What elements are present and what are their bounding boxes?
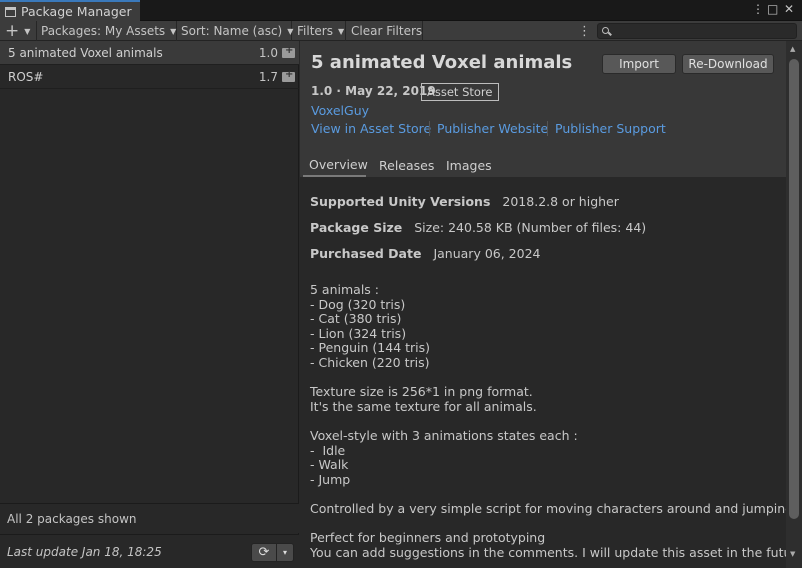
divider [429,121,430,136]
last-update-text: Last update Jan 18, 18:25 [7,544,162,559]
filters-dropdown[interactable]: Filters ▼ [292,21,346,41]
view-in-asset-store-link[interactable]: View in Asset Store [311,121,431,136]
package-name: ROS# [8,69,44,84]
unity-versions-value: 2018.2.8 or higher [502,194,619,209]
package-manager-icon [5,6,16,17]
version-date: 1.0 · May 22, 2019 [311,84,436,98]
status-bar: Last update Jan 18, 18:25 ⟳ ▾ [0,534,299,568]
purchased-date-value: January 06, 2024 [433,246,541,261]
purchased-date-row: Purchased Date January 06, 2024 [310,246,540,261]
search-icon [602,27,609,34]
package-description: 5 animals : - Dog (320 tris) - Cat (380 … [310,282,802,560]
sort-dropdown[interactable]: Sort: Name (asc) ▼ [177,21,293,41]
details-scrollbar[interactable]: ▲ ▼ [786,41,802,568]
package-count-bar: All 2 packages shown [0,503,299,533]
chevron-down-icon: ▼ [337,26,345,36]
package-name: 5 animated Voxel animals [8,45,163,60]
window-title: Package Manager [21,4,132,19]
package-version: 1.0 [258,45,278,60]
plus-icon: + [5,21,20,41]
import-icon [282,69,295,82]
chevron-down-icon: ▼ [24,26,31,36]
window-titlebar: Package Manager ⋮ □ ✕ [0,0,802,21]
package-title: 5 animated Voxel animals [311,52,573,73]
list-item[interactable]: ROS# 1.7 [0,65,299,89]
scroll-down-icon[interactable]: ▼ [790,550,795,558]
add-package-button[interactable]: + ▼ [0,21,37,41]
redownload-button[interactable]: Re-Download [682,54,774,74]
list-item[interactable]: 5 animated Voxel animals 1.0 [0,41,299,65]
window-menu-icon[interactable]: ⋮ [752,2,764,16]
package-size-row: Package Size Size: 240.58 KB (Number of f… [310,220,646,235]
close-icon[interactable]: ✕ [784,2,794,16]
chevron-down-icon: ▼ [170,26,177,36]
import-button[interactable]: Import [602,54,676,74]
tab-images[interactable]: Images [446,153,492,177]
package-version: 1.7 [258,69,278,84]
divider [547,121,548,136]
toolbar: + ▼ Packages: My Assets ▼ Sort: Name (as… [0,21,802,41]
asset-store-badge: Asset Store [421,83,499,101]
unity-versions-row: Supported Unity Versions 2018.2.8 or high… [310,194,619,209]
tab-overview[interactable]: Overview [303,153,368,177]
package-size-label: Package Size [310,220,403,235]
maximize-icon[interactable]: □ [767,2,778,16]
purchased-date-label: Purchased Date [310,246,422,261]
scrollbar-thumb[interactable] [789,59,799,519]
window-tab[interactable]: Package Manager [0,0,140,21]
packages-dropdown-label: Packages: My Assets [41,24,166,38]
clear-filters-button[interactable]: Clear Filters [346,21,423,41]
package-list: 5 animated Voxel animals 1.0 ROS# 1.7 Al… [0,41,299,568]
details-header: 5 animated Voxel animals Import Re-Downl… [300,41,786,177]
more-options-icon[interactable]: ⋮ [578,21,591,41]
package-details: 5 animated Voxel animals Import Re-Downl… [300,41,802,568]
scroll-up-icon[interactable]: ▲ [790,45,795,53]
sort-dropdown-label: Sort: Name (asc) [181,24,283,38]
packages-dropdown[interactable]: Packages: My Assets ▼ [37,21,177,41]
refresh-icon: ⟳ [258,545,270,560]
clear-filters-label: Clear Filters [351,24,423,38]
refresh-button[interactable]: ⟳ [251,543,277,562]
package-count: All 2 packages shown [7,511,137,526]
unity-versions-label: Supported Unity Versions [310,194,491,209]
tab-releases[interactable]: Releases [379,153,434,177]
filters-dropdown-label: Filters [297,24,333,38]
chevron-down-icon: ▾ [282,548,287,557]
author-link[interactable]: VoxelGuy [311,103,369,118]
publisher-website-link[interactable]: Publisher Website [437,121,548,136]
search-input[interactable] [597,23,797,39]
import-icon [282,45,295,58]
refresh-dropdown-button[interactable]: ▾ [277,543,294,562]
publisher-support-link[interactable]: Publisher Support [555,121,666,136]
package-size-value: Size: 240.58 KB (Number of files: 44) [414,220,647,235]
